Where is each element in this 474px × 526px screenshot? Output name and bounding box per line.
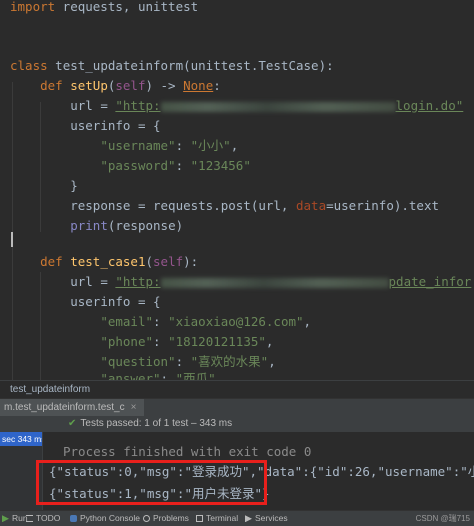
code-line: import requests, unittest xyxy=(10,0,199,14)
highlight-box xyxy=(36,460,267,505)
terminal-icon xyxy=(196,515,203,523)
tool-todo[interactable]: TODO xyxy=(26,511,60,526)
test-tree-item[interactable]: sec 343 ms xyxy=(0,432,42,446)
python-icon xyxy=(70,515,77,523)
watermark: CSDN @瑞715 xyxy=(415,514,470,523)
code-line: url = "http: login.do" xyxy=(70,98,464,113)
tool-services[interactable]: Services xyxy=(245,511,288,526)
run-tab-bar: m.test_updateinform.test_c × xyxy=(0,398,474,419)
code-line: print(response) xyxy=(70,218,184,233)
code-line: userinfo = { xyxy=(70,118,161,133)
tool-run[interactable]: Run xyxy=(2,511,28,526)
close-icon[interactable]: × xyxy=(131,402,137,413)
tool-problems[interactable]: Problems xyxy=(143,511,189,526)
play-icon xyxy=(2,515,9,523)
code-line: "phone": "18120121135", xyxy=(100,334,274,349)
breadcrumb-label: test_updateinform xyxy=(10,384,91,395)
tool-terminal[interactable]: Terminal xyxy=(196,511,238,526)
code-line: response = requests.post(url, data=useri… xyxy=(70,198,439,213)
console-line: Process finished with exit code 0 xyxy=(63,444,312,459)
list-icon xyxy=(26,515,33,523)
problems-icon xyxy=(143,515,150,523)
tool-window-bar: Run TODO Python Console Problems Termina… xyxy=(0,510,474,526)
run-tab-label: m.test_updateinform.test_c xyxy=(4,402,125,413)
code-line: class test_updateinform(unittest.TestCas… xyxy=(10,58,334,73)
text-caret xyxy=(11,232,13,247)
tests-passed-status: ✔ Tests passed: 1 of 1 test – 343 ms xyxy=(68,418,233,429)
code-editor[interactable]: import requests, unittest class test_upd… xyxy=(0,0,474,380)
code-line: "answer": "西瓜" xyxy=(100,371,216,380)
services-icon xyxy=(245,515,252,523)
redacted-url xyxy=(160,277,389,288)
code-line: def test_case1(self): xyxy=(40,254,199,269)
code-line: "email": "xiaoxiao@126.com", xyxy=(100,314,312,329)
code-line: url = "http: pdate_infor xyxy=(70,274,472,289)
code-line: "password": "123456" xyxy=(100,158,251,173)
code-line: } xyxy=(70,178,78,193)
code-line: userinfo = { xyxy=(70,294,161,309)
check-icon: ✔ xyxy=(68,418,77,429)
code-line: def setUp(self) -> None: xyxy=(40,78,221,93)
breadcrumb[interactable]: test_updateinform xyxy=(0,380,474,398)
run-toolbar: ✔ Tests passed: 1 of 1 test – 343 ms xyxy=(0,416,474,432)
code-line: "username": "小小", xyxy=(100,138,239,153)
redacted-url xyxy=(160,101,396,112)
tool-python-console[interactable]: Python Console xyxy=(70,511,140,526)
